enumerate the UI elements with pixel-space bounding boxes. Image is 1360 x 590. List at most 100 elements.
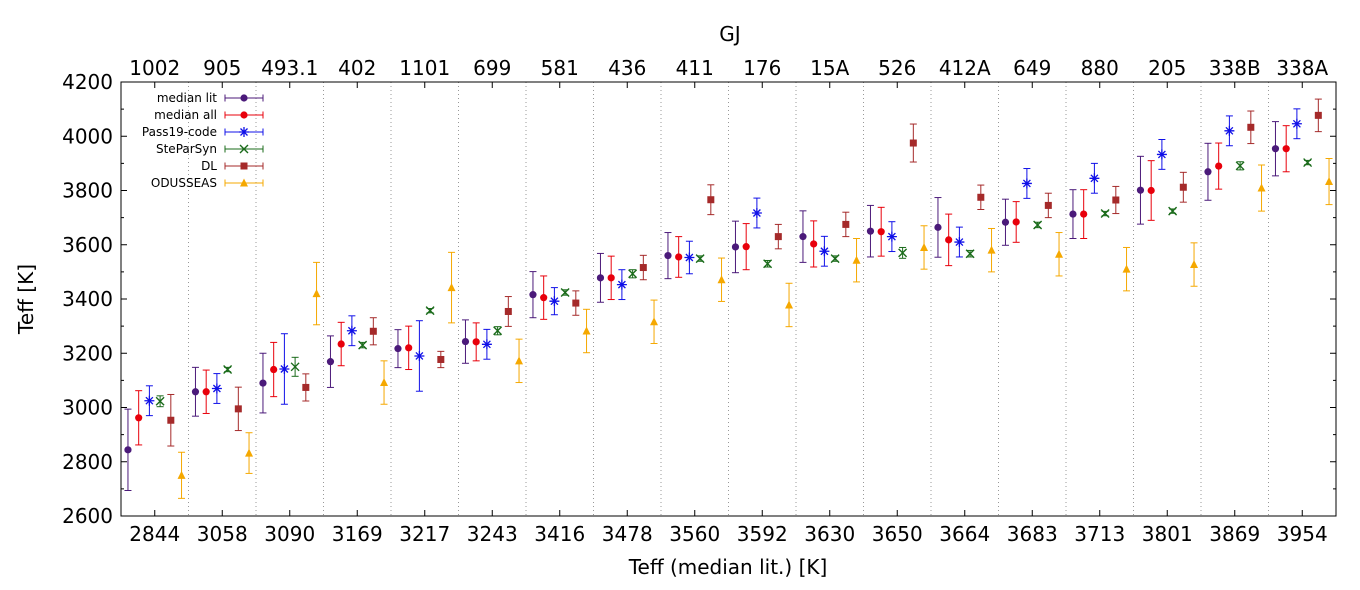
data-point (954, 237, 965, 248)
data-point (234, 405, 242, 413)
data-point (270, 365, 278, 374)
top-axis-title: GJ (719, 22, 740, 46)
data-point (1190, 260, 1199, 269)
top-tick-label: 493.1 (261, 56, 318, 80)
x-tick-label: 3954 (1277, 522, 1328, 546)
data-point (223, 365, 233, 375)
data-point (1044, 201, 1052, 209)
data-point (877, 228, 885, 236)
data-point (1282, 145, 1290, 153)
data-point (572, 299, 580, 307)
data-point (774, 233, 782, 241)
data-point (414, 350, 425, 361)
data-point (675, 253, 683, 261)
top-tick-label: 905 (203, 56, 241, 80)
legend-label: DL (201, 159, 217, 173)
y-tick-label: 2600 (62, 504, 113, 528)
legend-marker (239, 127, 249, 137)
data-point (1224, 125, 1235, 136)
x-tick-label: 3416 (534, 522, 585, 546)
data-point (481, 339, 492, 350)
data-point (909, 139, 917, 147)
top-tick-label: 649 (1013, 56, 1051, 80)
y-tick-label: 3000 (62, 396, 113, 420)
data-point (202, 388, 210, 396)
data-point (369, 327, 377, 335)
x-tick-label: 3217 (399, 522, 450, 546)
legend-marker (240, 94, 248, 102)
data-point (707, 196, 715, 204)
data-point (1089, 173, 1100, 184)
data-point (1325, 177, 1334, 186)
data-point (1122, 264, 1131, 273)
x-tick-label: 3560 (669, 522, 720, 546)
top-tick-label: 338B (1209, 56, 1261, 80)
y-axis-title: Teff [K] (14, 264, 38, 335)
data-point (920, 242, 929, 251)
x-tick-label: 3592 (737, 522, 788, 546)
data-point (1100, 209, 1110, 219)
data-point (664, 252, 672, 260)
data-point (437, 355, 445, 363)
data-point (684, 252, 695, 263)
data-point (245, 448, 254, 457)
data-point (211, 383, 222, 394)
data-point (1204, 168, 1212, 176)
data-point (1001, 218, 1010, 226)
data-point (1136, 186, 1145, 194)
x-tick-label: 3664 (939, 522, 990, 546)
data-point (1291, 118, 1302, 129)
data-point (810, 240, 818, 248)
top-tick-label: 205 (1148, 56, 1186, 80)
data-point (447, 283, 456, 292)
data-point (1215, 162, 1223, 170)
top-tick-label: 411 (676, 56, 714, 80)
data-point (461, 337, 470, 346)
y-axis-ticks: 2600 2800 3000 3200 3400 3600 3800 4000 4200 (62, 70, 1336, 528)
data-point (639, 264, 647, 272)
legend-label: Pass19-code (142, 125, 217, 139)
top-tick-label: 176 (743, 56, 781, 80)
data-point (515, 356, 524, 365)
data-point (866, 227, 875, 235)
x-tick-label: 3713 (1074, 522, 1125, 546)
data-point (124, 446, 132, 454)
data-point (742, 243, 750, 251)
data-point (1080, 210, 1088, 218)
top-tick-label: 1101 (399, 56, 450, 80)
top-tick-label: 412A (939, 56, 991, 80)
data-point (549, 296, 560, 307)
data-point (842, 220, 850, 228)
data-point (326, 358, 335, 366)
x-tick-label: 3169 (332, 522, 383, 546)
data-point (607, 274, 615, 282)
data-point (1021, 178, 1032, 189)
data-point (472, 338, 480, 346)
data-point (596, 274, 605, 282)
legend-marker (240, 162, 248, 170)
data-point (1156, 149, 1167, 160)
data-point (1314, 111, 1322, 119)
data-point (945, 236, 953, 244)
y-tick-label: 3800 (62, 179, 113, 203)
legend: median lit median all Pass19-code SteParSyn… (142, 91, 264, 190)
data-point (987, 245, 996, 254)
data-point (1168, 206, 1178, 216)
data-point (529, 291, 537, 299)
data-point (616, 279, 627, 290)
data-point (1179, 183, 1187, 191)
y-tick-label: 3600 (62, 233, 113, 257)
data-point (425, 306, 435, 316)
x-tick-label: 2844 (129, 522, 180, 546)
data-point (540, 294, 548, 302)
data-point (177, 470, 186, 479)
x-tick-label: 3869 (1209, 522, 1260, 546)
data-point (1112, 196, 1120, 204)
x-tick-label: 3801 (1142, 522, 1193, 546)
data-point (799, 233, 807, 241)
data-point (650, 317, 659, 326)
legend-label: median lit (157, 91, 217, 105)
data-point (405, 344, 413, 352)
data-point (1303, 158, 1313, 168)
data-point (380, 378, 389, 387)
